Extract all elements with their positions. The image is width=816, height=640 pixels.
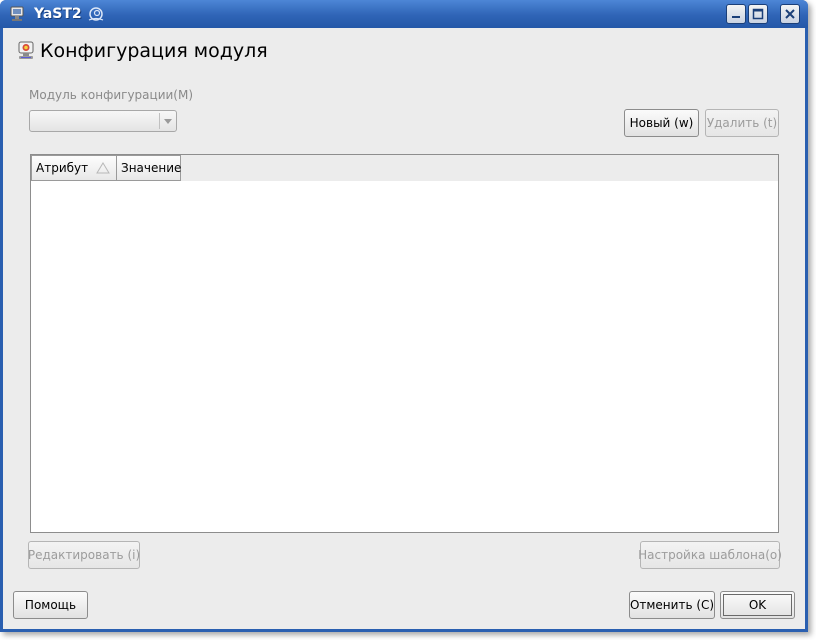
yast-app-icon <box>10 6 24 21</box>
column-header-value[interactable]: Значение <box>116 155 181 181</box>
delete-button[interactable]: Удалить (t) <box>705 109 779 137</box>
maximize-icon <box>752 8 764 20</box>
title-bar[interactable]: YaST2 <box>0 0 808 28</box>
new-button[interactable]: Новый (w) <box>624 109 699 137</box>
new-button-label: Новый (w) <box>629 116 694 130</box>
cancel-button-label: Отменить (C) <box>629 598 715 612</box>
delete-button-label: Удалить (t) <box>706 116 778 130</box>
edit-button-label: Редактировать (i) <box>27 548 141 562</box>
module-config-icon <box>18 41 34 59</box>
combo-separator <box>159 113 160 129</box>
maximize-button[interactable] <box>748 4 768 24</box>
help-button[interactable]: Помощь <box>13 591 88 619</box>
page-title: Конфигурация модуля <box>40 40 268 62</box>
close-icon <box>785 9 795 19</box>
column-header-attribute[interactable]: Атрибут <box>31 155 117 181</box>
window-title: YaST2 <box>34 6 82 22</box>
help-button-label: Помощь <box>24 598 77 612</box>
close-button[interactable] <box>780 4 800 24</box>
ok-button-label: OK <box>748 598 767 612</box>
module-config-combo[interactable] <box>29 110 177 132</box>
ok-button[interactable]: OK <box>720 591 795 619</box>
cancel-button[interactable]: Отменить (C) <box>629 591 715 619</box>
module-config-label: Модуль конфигурации(M) <box>29 88 194 102</box>
column-header-value-label: Значение <box>121 161 182 175</box>
minimize-button[interactable] <box>726 4 746 24</box>
template-settings-button[interactable]: Настройка шаблона(o) <box>638 541 782 569</box>
table-header: Атрибут Значение <box>31 155 778 181</box>
edit-button[interactable]: Редактировать (i) <box>28 541 140 569</box>
attribute-table[interactable]: Атрибут Значение <box>30 154 779 533</box>
column-header-attribute-label: Атрибут <box>36 161 89 175</box>
dialog-content: Конфигурация модуля Модуль конфигурации(… <box>3 28 805 629</box>
sort-ascending-icon <box>96 162 110 174</box>
chevron-down-icon <box>164 119 172 124</box>
minimize-icon <box>732 16 740 18</box>
yast-window: YaST2 Конфигурация модуля Модуль конфигу… <box>0 0 808 632</box>
suse-logo-icon <box>88 7 104 21</box>
template-settings-button-label: Настройка шаблона(o) <box>638 548 782 562</box>
